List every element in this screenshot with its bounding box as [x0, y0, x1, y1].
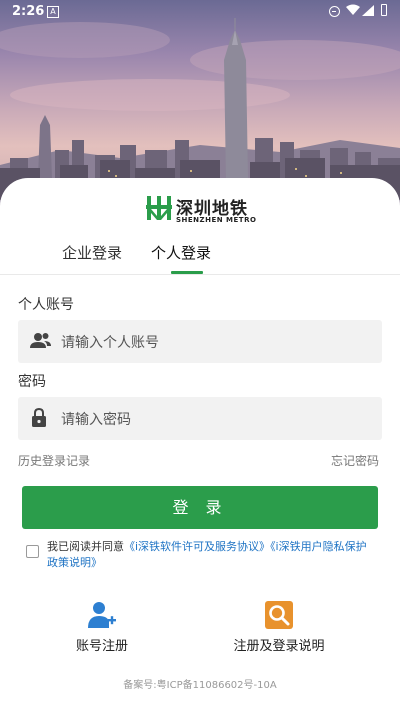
shenzhen-metro-logo: 深圳地铁 SHENZHEN METRO [146, 194, 256, 228]
register-account-button[interactable]: 账号注册 [76, 600, 128, 654]
login-button[interactable]: 登 录 [22, 486, 378, 529]
metro-logo-icon [146, 196, 172, 220]
signal-icon [362, 5, 374, 16]
password-placeholder: 请输入密码 [61, 412, 131, 428]
license-agreement-link[interactable]: 《i深铁软件许可及服务协议》 [124, 540, 270, 553]
brand-name-en: SHENZHEN METRO [176, 216, 257, 224]
login-help-button[interactable]: 注册及登录说明 [232, 600, 326, 654]
icp-footer: 备案号:粤ICP备11086602号-10A [123, 680, 277, 691]
status-bar: 2:26 A [0, 0, 400, 24]
agreement-checkbox[interactable] [26, 545, 39, 558]
login-tabs: 企业登录 个人登录 [0, 240, 400, 275]
agreement-prefix: 我已阅读并同意 [47, 540, 124, 553]
notification-icon: A [47, 6, 59, 18]
add-user-icon [88, 602, 116, 628]
account-label: 个人账号 [18, 297, 74, 313]
status-time: 2:26 [12, 4, 45, 19]
do-not-disturb-icon [329, 6, 340, 17]
battery-icon [381, 4, 387, 16]
agreement-text: 我已阅读并同意《i深铁软件许可及服务协议》《i深铁用户隐私保护政策说明》 [47, 539, 377, 571]
magnifier-icon [265, 601, 293, 629]
tab-enterprise-login[interactable]: 企业登录 [62, 242, 122, 263]
tab-personal-login[interactable]: 个人登录 [151, 242, 211, 263]
login-help-label: 注册及登录说明 [233, 639, 325, 654]
register-label: 账号注册 [76, 639, 129, 654]
password-label: 密码 [18, 374, 46, 390]
password-input[interactable]: 请输入密码 [18, 397, 382, 440]
lock-icon [32, 408, 46, 427]
account-input[interactable]: 请输入个人账号 [18, 320, 382, 363]
login-history-link[interactable]: 历史登录记录 [18, 452, 90, 469]
wifi-icon [346, 4, 360, 15]
user-group-icon [30, 333, 51, 348]
active-tab-indicator [171, 271, 203, 274]
account-placeholder: 请输入个人账号 [61, 335, 159, 351]
forgot-password-link[interactable]: 忘记密码 [331, 452, 379, 469]
